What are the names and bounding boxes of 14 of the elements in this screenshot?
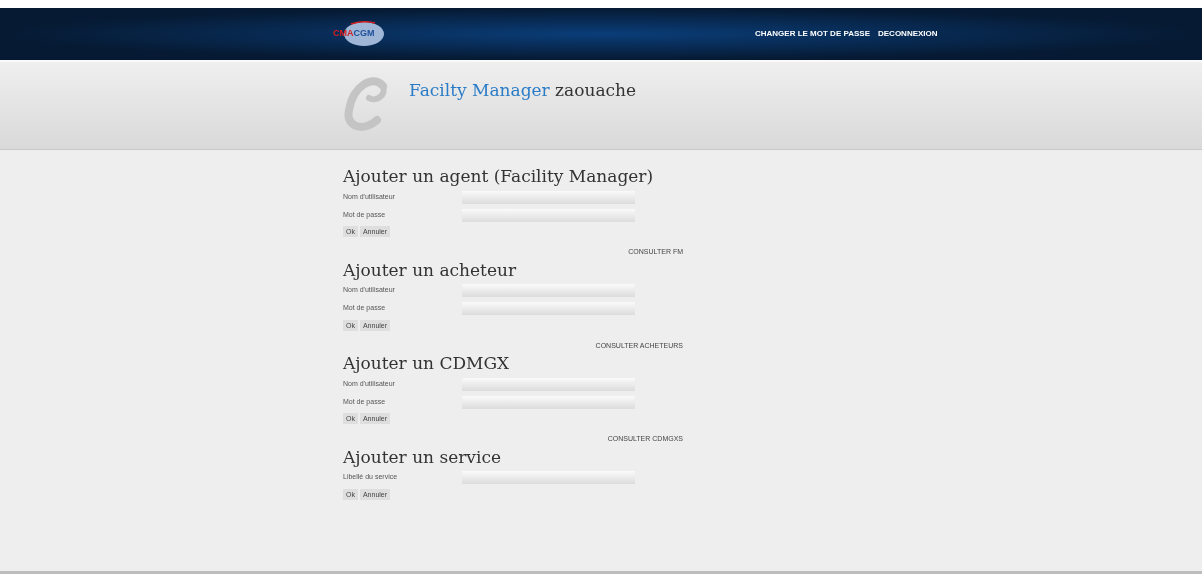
input-field[interactable] [462,377,635,391]
input-field[interactable] [462,190,635,204]
input-field[interactable] [462,395,635,409]
input-field[interactable] [462,284,635,297]
input-field[interactable] [462,208,635,222]
section-title: Ajouter un agent (Facility Manager) [343,165,655,188]
section-title: Ajouter un acheteur [343,258,518,282]
input-field[interactable] [462,302,635,315]
input-field[interactable] [462,471,635,484]
section-title: Ajouter un CDMGX [343,352,511,375]
banner-title: Facilty Manager zaouache [409,79,637,102]
nav-link[interactable]: CHANGER LE MOT DE PASSE [755,28,870,40]
section-title: Ajouter un service [343,445,502,469]
nav-link[interactable]: DECONNEXION [878,28,938,40]
